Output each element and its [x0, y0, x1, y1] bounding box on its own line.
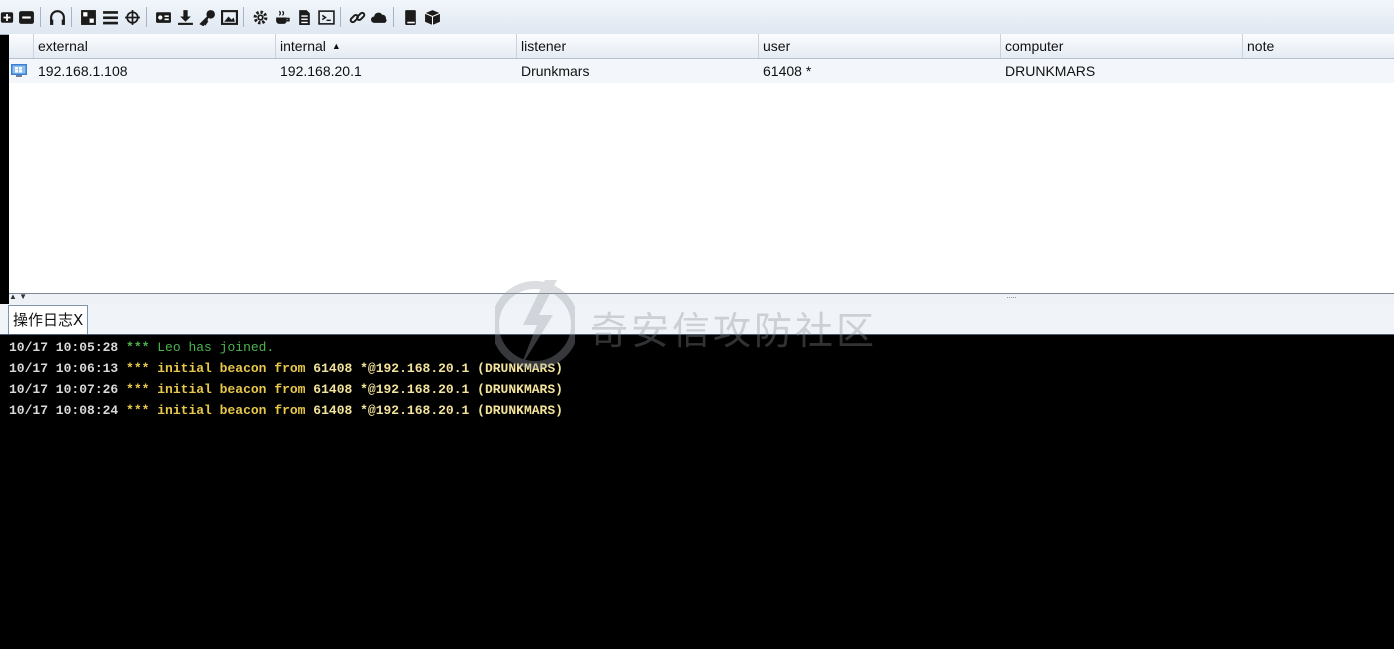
- toolbar-separator: [146, 7, 147, 27]
- column-label: listener: [521, 38, 567, 54]
- sessions-table: external internal ▲ listener user compute…: [9, 34, 1394, 293]
- coffee-icon[interactable]: [273, 7, 292, 27]
- log-marker: ***: [126, 403, 150, 418]
- log-user: 61408 *@192.168.20.1: [313, 361, 470, 376]
- headphones-icon[interactable]: [48, 7, 67, 27]
- tab-strip: 操作日志X: [0, 304, 1394, 335]
- column-header-computer[interactable]: computer: [1001, 34, 1243, 58]
- collapse-arrows-icon[interactable]: ▲ ▼: [9, 292, 27, 301]
- link-icon[interactable]: [348, 7, 367, 27]
- minus-box-icon[interactable]: [17, 7, 36, 27]
- cloud-icon[interactable]: [370, 7, 389, 27]
- log-user: 61408 *@192.168.20.1: [313, 403, 470, 418]
- column-label: internal: [280, 38, 326, 54]
- log-timestamp: 10/17 10:08:24: [9, 403, 119, 418]
- screenshot-icon[interactable]: [220, 7, 239, 27]
- toolbar-separator: [340, 7, 341, 27]
- download-icon[interactable]: [176, 7, 195, 27]
- log-line: 10/17 10:07:26 *** initial beacon from 6…: [9, 380, 563, 400]
- grip-icon[interactable]: ·····: [1006, 292, 1017, 302]
- document-icon[interactable]: [295, 7, 314, 27]
- log-message: Leo has joined.: [157, 340, 275, 355]
- sort-ascending-icon: ▲: [331, 41, 341, 51]
- log-marker: ***: [126, 382, 150, 397]
- icon-column-header[interactable]: [9, 34, 34, 58]
- log-message: initial beacon from: [157, 382, 306, 397]
- key-icon[interactable]: [198, 7, 217, 27]
- settings-icon[interactable]: [251, 7, 270, 27]
- table-row[interactable]: 192.168.1.108 192.168.20.1 Drunkmars 614…: [9, 59, 1394, 83]
- credentials-icon[interactable]: [154, 7, 173, 27]
- book-icon[interactable]: [401, 7, 420, 27]
- log-host: (DRUNKMARS): [477, 361, 563, 376]
- left-edge: [0, 0, 9, 335]
- log-timestamp: 10/17 10:07:26: [9, 382, 119, 397]
- cell-external: 192.168.1.108: [38, 63, 128, 79]
- log-line: 10/17 10:05:28 *** Leo has joined.: [9, 338, 274, 358]
- column-label: external: [38, 38, 88, 54]
- package-icon[interactable]: [423, 7, 442, 27]
- cell-internal: 192.168.20.1: [280, 63, 362, 79]
- log-host: (DRUNKMARS): [477, 382, 563, 397]
- cell-user: 61408 *: [763, 63, 812, 79]
- log-message: initial beacon from: [157, 361, 306, 376]
- toolbar-separator: [393, 7, 394, 27]
- log-line: 10/17 10:06:13 *** initial beacon from 6…: [9, 359, 563, 379]
- log-user: 61408 *@192.168.20.1: [313, 382, 470, 397]
- table-header: external internal ▲ listener user compute…: [9, 34, 1394, 59]
- log-message: initial beacon from: [157, 403, 306, 418]
- column-header-external[interactable]: external: [34, 34, 276, 58]
- list-icon[interactable]: [101, 7, 120, 27]
- event-log-console[interactable]: 10/17 10:05:28 *** Leo has joined. 10/17…: [0, 336, 1394, 649]
- log-marker: ***: [126, 361, 150, 376]
- column-header-user[interactable]: user: [759, 34, 1001, 58]
- log-line: 10/17 10:08:24 *** initial beacon from 6…: [9, 401, 563, 421]
- column-header-note[interactable]: note: [1243, 34, 1394, 58]
- toolbar-separator: [71, 7, 72, 27]
- targets-icon[interactable]: [79, 7, 98, 27]
- toolbar-separator: [243, 7, 244, 27]
- cell-listener: Drunkmars: [521, 63, 590, 79]
- log-timestamp: 10/17 10:06:13: [9, 361, 119, 376]
- tab-event-log[interactable]: 操作日志X: [8, 305, 89, 334]
- log-timestamp: 10/17 10:05:28: [9, 340, 119, 355]
- windows-host-icon: [11, 64, 27, 77]
- terminal-icon[interactable]: [317, 7, 336, 27]
- crosshair-icon[interactable]: [123, 7, 142, 27]
- plus-box-icon[interactable]: [0, 7, 14, 27]
- toolbar-separator: [40, 7, 41, 27]
- column-label: user: [763, 38, 791, 54]
- log-host: (DRUNKMARS): [477, 403, 563, 418]
- column-label: computer: [1005, 38, 1064, 54]
- column-label: note: [1247, 38, 1275, 54]
- cell-note: [1243, 59, 1394, 83]
- column-header-listener[interactable]: listener: [517, 34, 759, 58]
- log-marker: ***: [126, 340, 150, 355]
- cell-computer: DRUNKMARS: [1005, 63, 1096, 79]
- toolbar: [0, 0, 1394, 35]
- column-header-internal[interactable]: internal ▲: [276, 34, 517, 58]
